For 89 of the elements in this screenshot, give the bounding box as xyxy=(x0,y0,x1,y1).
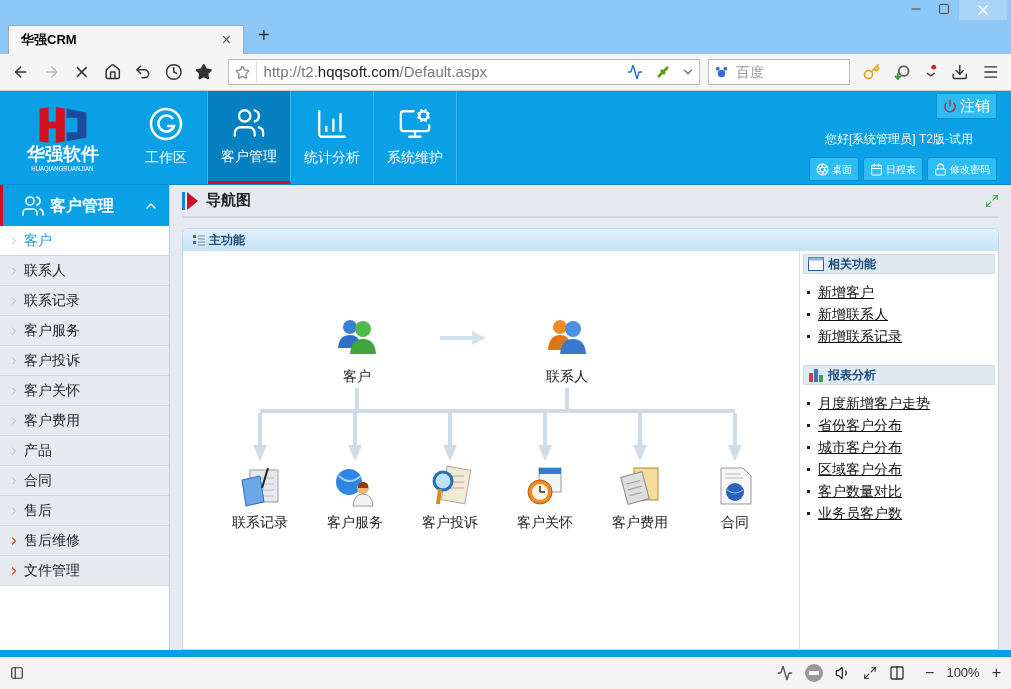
section-header: 相关功能 xyxy=(803,254,995,274)
bullet-icon xyxy=(807,290,810,294)
lock-icon xyxy=(934,162,947,176)
sidebar-item[interactable]: 售后 xyxy=(0,496,169,526)
report-link[interactable]: 区域客户分布 xyxy=(818,458,902,480)
documents-icon xyxy=(618,464,662,508)
adblock-icon[interactable] xyxy=(805,664,824,682)
report-link[interactable]: 业务员客户数 xyxy=(818,502,902,524)
bar-chart-icon xyxy=(808,368,824,382)
diagram-node[interactable]: 合同 xyxy=(690,464,780,533)
diagram-node[interactable]: 联系记录 xyxy=(215,464,305,533)
sidebar-item[interactable]: 客户费用 xyxy=(0,406,169,436)
report-link[interactable]: 新增客户 xyxy=(818,281,874,303)
zoom-out-button[interactable]: − xyxy=(925,661,935,685)
pulse-icon[interactable] xyxy=(777,665,794,681)
chart-icon xyxy=(315,107,349,141)
down-arrow xyxy=(633,413,647,461)
power-icon xyxy=(943,99,957,113)
bookmark-icon[interactable] xyxy=(234,64,250,80)
list-icon xyxy=(193,234,205,246)
logo-text: 华强软件 xyxy=(26,144,99,164)
plug-icon[interactable] xyxy=(655,64,672,80)
refresh-download-icon[interactable] xyxy=(893,63,912,81)
bullet-icon xyxy=(807,467,810,471)
panel-header: 主功能 xyxy=(183,229,998,251)
browser-tab[interactable]: 华强CRM × xyxy=(8,25,244,54)
undo-icon[interactable] xyxy=(134,63,152,81)
report-link[interactable]: 客户数量对比 xyxy=(818,480,902,502)
sidebar-item[interactable]: 合同 xyxy=(0,466,169,496)
g-circle-icon xyxy=(149,107,183,141)
down-arrow xyxy=(348,413,362,461)
page-title: 导航图 xyxy=(206,190,252,211)
section-header: 报表分析 xyxy=(803,365,995,385)
diagram-node[interactable]: 客户服务 xyxy=(310,464,400,533)
down-arrow xyxy=(253,413,267,461)
bullet-icon xyxy=(807,511,810,515)
report-link[interactable]: 月度新增客户走势 xyxy=(818,392,930,414)
sidebar-item[interactable]: 产品 xyxy=(0,436,169,466)
paw-icon[interactable] xyxy=(714,64,730,79)
nav-tab[interactable]: 客户管理 xyxy=(208,91,291,184)
sidebar-item[interactable]: 客户投诉 xyxy=(0,346,169,376)
home-icon[interactable] xyxy=(103,63,122,81)
zoom-level: 100% xyxy=(946,664,980,683)
download-icon[interactable] xyxy=(951,63,969,81)
bullet-icon xyxy=(807,334,810,338)
diagram-node[interactable]: 客户关怀 xyxy=(500,464,590,533)
diagram-node[interactable]: 客户 xyxy=(317,314,397,387)
sidebar-item[interactable]: 客户关怀 xyxy=(0,376,169,406)
history-icon[interactable] xyxy=(164,63,183,81)
sidebar-item[interactable]: 客户服务 xyxy=(0,316,169,346)
greeting-text: 您好[系统管理员] T2版-试用 xyxy=(825,131,973,148)
report-link[interactable]: 新增联系记录 xyxy=(818,325,902,347)
sidebar-item[interactable]: 联系人 xyxy=(0,256,169,286)
new-tab-button[interactable]: + xyxy=(258,20,270,50)
report-link[interactable]: 省份客户分布 xyxy=(818,414,902,436)
pulse-icon[interactable] xyxy=(627,64,644,80)
star-icon[interactable] xyxy=(195,63,213,81)
play-icon xyxy=(182,191,198,210)
search-field[interactable]: 百度 xyxy=(708,59,851,85)
monitor-gear-icon xyxy=(398,107,432,141)
url-field[interactable]: http://t2.hqqsoft.com/Default.aspx xyxy=(227,59,701,85)
window-icon xyxy=(808,257,824,271)
diagram-node[interactable]: 客户投诉 xyxy=(405,464,495,533)
report-link[interactable]: 新增联系人 xyxy=(818,303,888,325)
aperture-icon xyxy=(816,162,829,176)
zoom-in-button[interactable]: + xyxy=(991,661,1001,685)
bullet-icon xyxy=(807,312,810,316)
sidebar-item[interactable]: 联系记录 xyxy=(0,286,169,316)
fullscreen-icon[interactable] xyxy=(863,666,878,680)
bullet-icon xyxy=(807,489,810,493)
bullet-icon xyxy=(807,445,810,449)
sidebar-toggle-icon[interactable] xyxy=(10,666,24,680)
logo-subtext: HUAQIANGRUANJIAN xyxy=(31,164,94,173)
menu-icon[interactable] xyxy=(981,63,1000,81)
bullet-icon xyxy=(807,401,810,405)
down-arrow xyxy=(728,413,742,461)
flow-arrow xyxy=(440,331,486,345)
users-icon xyxy=(21,193,45,218)
sidebar-item[interactable]: 文件管理 xyxy=(0,556,169,586)
split-view-icon[interactable] xyxy=(889,665,906,681)
calendar-icon xyxy=(870,162,883,176)
report-link[interactable]: 城市客户分布 xyxy=(818,436,902,458)
diagram-node[interactable]: 联系人 xyxy=(527,314,607,387)
bullet-icon xyxy=(807,423,810,427)
sidebar-item[interactable]: 售后维修 xyxy=(0,526,169,556)
down-arrow xyxy=(443,413,457,461)
diagram-node[interactable]: 客户费用 xyxy=(595,464,685,533)
down-arrow xyxy=(538,413,552,461)
close-tab-button[interactable]: × xyxy=(221,28,231,52)
